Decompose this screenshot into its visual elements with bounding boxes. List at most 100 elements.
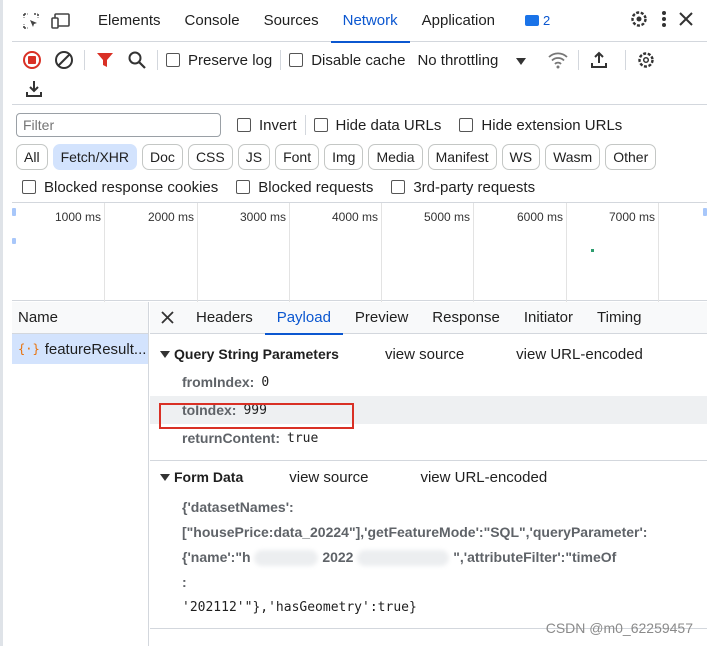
tab-console[interactable]: Console <box>173 0 252 42</box>
hide-data-urls-checkbox[interactable]: Hide data URLs <box>313 117 441 134</box>
form-data-line: : <box>182 574 187 590</box>
checkbox-box[interactable] <box>22 180 36 194</box>
checkbox-box[interactable] <box>236 180 251 194</box>
tab-sources[interactable]: Sources <box>252 0 331 42</box>
export-har-icon[interactable] <box>22 77 46 101</box>
tab-headers[interactable]: Headers <box>184 302 265 334</box>
type-fetch-xhr-button[interactable]: Fetch/XHR <box>52 144 138 170</box>
query-param-row: fromIndex: 0 <box>150 368 707 396</box>
type-all-button[interactable]: All <box>16 144 48 170</box>
left-edge <box>0 0 3 646</box>
dropdown-caret-icon <box>516 52 527 69</box>
type-wasm-button[interactable]: Wasm <box>545 144 601 170</box>
device-toolbar-icon[interactable] <box>50 10 72 32</box>
hide-extension-urls-checkbox[interactable]: Hide extension URLs <box>459 117 622 134</box>
throttling-select[interactable]: No throttling <box>417 52 527 69</box>
type-media-button[interactable]: Media <box>368 144 423 170</box>
query-string-section-header[interactable]: Query String Parameters view source view… <box>150 340 707 368</box>
invert-label: Invert <box>259 116 297 134</box>
disable-cache-checkbox[interactable]: Disable cache <box>289 52 405 69</box>
devtools-tab-bar: Elements Console Sources Network Applica… <box>12 0 707 43</box>
overview-tick-label: 5000 ms <box>423 210 470 224</box>
blocked-cookies-label: Blocked response cookies <box>44 178 219 196</box>
xhr-request-icon: {·} <box>18 342 40 356</box>
tab-network[interactable]: Network <box>330 0 410 43</box>
form-data-section-header[interactable]: Form Data view source view URL-encoded <box>150 463 707 491</box>
payload-content: Query String Parameters view source view… <box>150 340 707 629</box>
type-img-button[interactable]: Img <box>324 144 364 170</box>
form-view-source-link[interactable]: view source <box>289 469 368 486</box>
param-key: returnContent: <box>182 430 280 446</box>
close-detail-icon[interactable] <box>150 302 184 334</box>
network-conditions-icon[interactable] <box>546 48 570 72</box>
blocked-requests-checkbox[interactable]: Blocked requests <box>236 179 373 196</box>
network-settings-gear-icon[interactable] <box>634 48 658 72</box>
type-font-button[interactable]: Font <box>275 144 320 170</box>
import-har-icon[interactable] <box>587 48 611 72</box>
param-key: fromIndex: <box>182 374 255 390</box>
checkbox-box[interactable] <box>237 118 251 132</box>
tab-preview[interactable]: Preview <box>343 302 420 334</box>
third-party-checkbox[interactable]: 3rd-party requests <box>391 179 535 196</box>
type-doc-button[interactable]: Doc <box>142 144 183 170</box>
overview-tick-label: 4000 ms <box>331 210 378 224</box>
preserve-log-checkbox[interactable]: Preserve log <box>166 52 272 69</box>
checkbox-box[interactable] <box>289 53 304 67</box>
type-manifest-button[interactable]: Manifest <box>427 144 497 170</box>
tab-payload[interactable]: Payload <box>264 302 344 335</box>
type-other-button[interactable]: Other <box>605 144 657 170</box>
tab-response[interactable]: Response <box>420 302 512 334</box>
type-js-button[interactable]: JS <box>237 144 271 170</box>
request-detail-pane: Headers Payload Preview Response Initiat… <box>150 302 707 646</box>
checkbox-box[interactable] <box>459 118 474 132</box>
toolbar-divider <box>625 50 627 70</box>
overview-left-handle[interactable] <box>12 208 16 216</box>
toolbar-divider <box>304 115 306 135</box>
checkbox-box[interactable] <box>313 118 328 132</box>
redacted-blur <box>357 550 450 567</box>
filter-input[interactable] <box>16 113 221 137</box>
overview-right-handle[interactable] <box>703 208 707 216</box>
overview-marker <box>12 238 16 244</box>
more-options-icon[interactable] <box>661 10 667 31</box>
tab-initiator[interactable]: Initiator <box>512 302 585 334</box>
third-party-label: 3rd-party requests <box>413 178 536 196</box>
tab-application[interactable]: Application <box>410 0 507 42</box>
expand-caret-icon[interactable] <box>160 350 170 358</box>
settings-gear-icon[interactable] <box>629 9 649 32</box>
issues-counter[interactable]: 2 <box>525 13 550 28</box>
issues-count: 2 <box>543 13 551 28</box>
checkbox-box[interactable] <box>166 53 180 67</box>
filter-funnel-icon[interactable] <box>93 48 117 72</box>
record-stop-icon[interactable] <box>20 48 44 72</box>
overview-tick-label: 2000 ms <box>147 210 194 224</box>
blocked-cookies-checkbox[interactable]: Blocked response cookies <box>22 179 218 196</box>
clear-icon[interactable] <box>52 48 76 72</box>
type-ws-button[interactable]: WS <box>501 144 541 170</box>
form-view-url-encoded-link[interactable]: view URL-encoded <box>420 469 547 486</box>
network-lower-pane: Name {·} featureResult... Headers Payloa… <box>12 302 707 646</box>
request-row[interactable]: {·} featureResult... <box>12 334 148 364</box>
tab-elements[interactable]: Elements <box>86 0 173 42</box>
redacted-blur <box>254 550 319 567</box>
checkbox-box[interactable] <box>391 180 406 194</box>
query-view-source-link[interactable]: view source <box>385 346 464 363</box>
close-devtools-icon[interactable] <box>679 12 693 29</box>
form-data-fragment: ",'attributeFilter':"timeOf <box>453 549 617 565</box>
tab-timing[interactable]: Timing <box>585 302 653 334</box>
type-css-button[interactable]: CSS <box>187 144 233 170</box>
expand-caret-icon[interactable] <box>160 473 170 481</box>
overview-gridline <box>381 203 382 302</box>
overview-gridline <box>658 203 659 302</box>
query-view-url-encoded-link[interactable]: view URL-encoded <box>516 346 643 363</box>
network-toolbar: Preserve log Disable cache No throttling <box>12 43 707 77</box>
blocked-requests-label: Blocked requests <box>258 178 374 196</box>
overview-tick-label: 6000 ms <box>516 210 563 224</box>
search-icon[interactable] <box>125 48 149 72</box>
network-overview-timeline[interactable]: 1000 ms 2000 ms 3000 ms 4000 ms 5000 ms … <box>12 202 707 302</box>
inspect-element-icon[interactable] <box>20 10 42 32</box>
overview-gridline <box>104 203 105 302</box>
name-column-header[interactable]: Name <box>12 302 148 334</box>
invert-checkbox[interactable]: Invert <box>237 117 297 134</box>
overview-request-dot <box>591 249 594 252</box>
